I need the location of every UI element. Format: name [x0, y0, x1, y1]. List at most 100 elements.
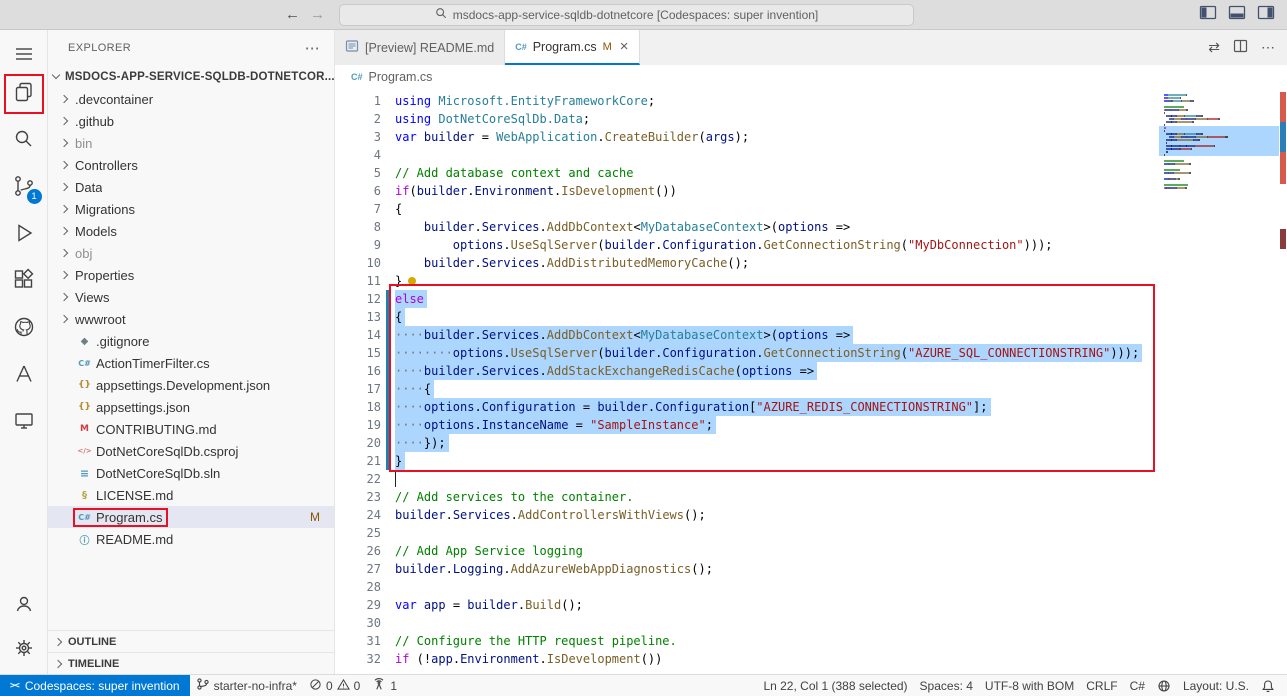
tab-program-cs[interactable]: C# Program.cs M ×	[505, 30, 639, 65]
branch-indicator[interactable]: starter-no-infra*	[190, 675, 303, 696]
tree-item-DotNetCoreSqlDb.csproj[interactable]: </>DotNetCoreSqlDb.csproj	[48, 440, 334, 462]
code-line-4[interactable]: 4	[335, 146, 1159, 164]
line-number[interactable]: 30	[335, 614, 381, 632]
minimap[interactable]	[1159, 89, 1279, 674]
code-line-8[interactable]: 8 builder.Services.AddDbContext<MyDataba…	[335, 218, 1159, 236]
line-number[interactable]: 26	[335, 542, 381, 560]
line-number[interactable]: 20	[335, 434, 381, 452]
tree-item-Views[interactable]: Views	[48, 286, 334, 308]
code-line-3[interactable]: 3var builder = WebApplication.CreateBuil…	[335, 128, 1159, 146]
more-actions-icon[interactable]: ⋯	[1261, 39, 1275, 56]
overview-ruler[interactable]	[1279, 89, 1287, 674]
line-number[interactable]: 24	[335, 506, 381, 524]
tree-item-.gitignore[interactable]: ◆.gitignore	[48, 330, 334, 352]
toggle-primary-sidebar-icon[interactable]	[1199, 4, 1217, 26]
line-number[interactable]: 6	[335, 182, 381, 200]
line-number[interactable]: 4	[335, 146, 381, 164]
accounts-icon[interactable]	[0, 582, 48, 626]
code-line-21[interactable]: 21}	[335, 452, 1159, 470]
line-number[interactable]: 9	[335, 236, 381, 254]
close-tab-icon[interactable]: ×	[620, 38, 629, 55]
line-number[interactable]: 29	[335, 596, 381, 614]
line-number[interactable]: 1	[335, 92, 381, 110]
run-debug-view-icon[interactable]	[0, 209, 48, 256]
tree-item-Migrations[interactable]: Migrations	[48, 198, 334, 220]
remote-explorer-view-icon[interactable]	[0, 397, 48, 444]
menu-button[interactable]	[0, 40, 48, 68]
code-line-27[interactable]: 27builder.Logging.AddAzureWebAppDiagnost…	[335, 560, 1159, 578]
line-number[interactable]: 19	[335, 416, 381, 434]
line-number[interactable]: 31	[335, 632, 381, 650]
code-line-18[interactable]: 18····options.Configuration = builder.Co…	[335, 398, 1159, 416]
line-number[interactable]: 12	[335, 290, 381, 308]
tree-item-bin[interactable]: bin	[48, 132, 334, 154]
github-view-icon[interactable]	[0, 303, 48, 350]
code-editor[interactable]: 1using Microsoft.EntityFrameworkCore;2us…	[335, 89, 1159, 674]
line-number[interactable]: 23	[335, 488, 381, 506]
tree-item-.github[interactable]: .github	[48, 110, 334, 132]
tree-item-obj[interactable]: obj	[48, 242, 334, 264]
split-editor-icon[interactable]	[1233, 39, 1248, 56]
toggle-panel-icon[interactable]	[1228, 4, 1246, 26]
code-line-31[interactable]: 31// Configure the HTTP request pipeline…	[335, 632, 1159, 650]
code-line-23[interactable]: 23// Add services to the container.	[335, 488, 1159, 506]
line-number[interactable]: 17	[335, 380, 381, 398]
tree-item-appsettings.Development.json[interactable]: {}appsettings.Development.json	[48, 374, 334, 396]
line-number[interactable]: 5	[335, 164, 381, 182]
code-line-26[interactable]: 26// Add App Service logging	[335, 542, 1159, 560]
tree-item-wwwroot[interactable]: wwwroot	[48, 308, 334, 330]
line-number[interactable]: 2	[335, 110, 381, 128]
code-line-28[interactable]: 28	[335, 578, 1159, 596]
line-number[interactable]: 3	[335, 128, 381, 146]
timeline-section[interactable]: TIMELINE	[48, 652, 334, 674]
language-indicator[interactable]: C#	[1124, 679, 1151, 693]
line-number[interactable]: 16	[335, 362, 381, 380]
code-line-17[interactable]: 17····{	[335, 380, 1159, 398]
command-center-search[interactable]: msdocs-app-service-sqldb-dotnetcore [Cod…	[339, 4, 914, 26]
code-line-9[interactable]: 9 options.UseSqlServer(builder.Configura…	[335, 236, 1159, 254]
code-line-22[interactable]: 22	[335, 470, 1159, 488]
code-line-7[interactable]: 7{	[335, 200, 1159, 218]
forward-button[interactable]: →	[310, 6, 325, 23]
indentation-indicator[interactable]: Spaces: 4	[914, 679, 979, 693]
eol-indicator[interactable]: CRLF	[1080, 679, 1123, 693]
line-number[interactable]: 18	[335, 398, 381, 416]
code-line-10[interactable]: 10 builder.Services.AddDistributedMemory…	[335, 254, 1159, 272]
tree-item-CONTRIBUTING.md[interactable]: MCONTRIBUTING.md	[48, 418, 334, 440]
open-changes-icon[interactable]: ⇄	[1208, 39, 1220, 56]
code-line-11[interactable]: 11}	[335, 272, 1159, 290]
line-number[interactable]: 11	[335, 272, 381, 290]
code-line-32[interactable]: 32if (!app.Environment.IsDevelopment())	[335, 650, 1159, 668]
source-control-view-icon[interactable]: 1	[0, 162, 48, 209]
explorer-more-actions-icon[interactable]: ⋯	[305, 39, 320, 57]
keyboard-layout-indicator[interactable]: Layout: U.S.	[1177, 679, 1255, 693]
tree-item-Properties[interactable]: Properties	[48, 264, 334, 286]
back-button[interactable]: ←	[285, 6, 300, 23]
line-number[interactable]: 25	[335, 524, 381, 542]
code-line-16[interactable]: 16····builder.Services.AddStackExchangeR…	[335, 362, 1159, 380]
code-line-15[interactable]: 15········options.UseSqlServer(builder.C…	[335, 344, 1159, 362]
tree-item-Controllers[interactable]: Controllers	[48, 154, 334, 176]
tree-item-ActionTimerFilter.cs[interactable]: C#ActionTimerFilter.cs	[48, 352, 334, 374]
outline-section[interactable]: OUTLINE	[48, 630, 334, 652]
settings-gear-icon[interactable]	[0, 626, 48, 670]
tree-item-Data[interactable]: Data	[48, 176, 334, 198]
line-number[interactable]: 22	[335, 470, 381, 488]
code-line-19[interactable]: 19····options.InstanceName = "SampleInst…	[335, 416, 1159, 434]
toggle-secondary-sidebar-icon[interactable]	[1257, 4, 1275, 26]
line-number[interactable]: 15	[335, 344, 381, 362]
code-line-24[interactable]: 24builder.Services.AddControllersWithVie…	[335, 506, 1159, 524]
code-line-20[interactable]: 20····});	[335, 434, 1159, 452]
explorer-view-icon[interactable]	[0, 68, 48, 115]
line-number[interactable]: 21	[335, 452, 381, 470]
code-line-12[interactable]: 12else	[335, 290, 1159, 308]
tree-root-item[interactable]: MSDOCS-APP-SERVICE-SQLDB-DOTNETCOR...	[48, 66, 334, 88]
remote-indicator[interactable]: >< Codespaces: super invention	[0, 675, 190, 696]
problems-indicator[interactable]: 0 0	[303, 675, 366, 696]
breadcrumb[interactable]: C# Program.cs	[335, 65, 1287, 89]
code-line-29[interactable]: 29var app = builder.Build();	[335, 596, 1159, 614]
code-line-14[interactable]: 14····builder.Services.AddDbContext<MyDa…	[335, 326, 1159, 344]
code-line-2[interactable]: 2using DotNetCoreSqlDb.Data;	[335, 110, 1159, 128]
tree-item-LICENSE.md[interactable]: §LICENSE.md	[48, 484, 334, 506]
code-line-6[interactable]: 6if(builder.Environment.IsDevelopment())	[335, 182, 1159, 200]
